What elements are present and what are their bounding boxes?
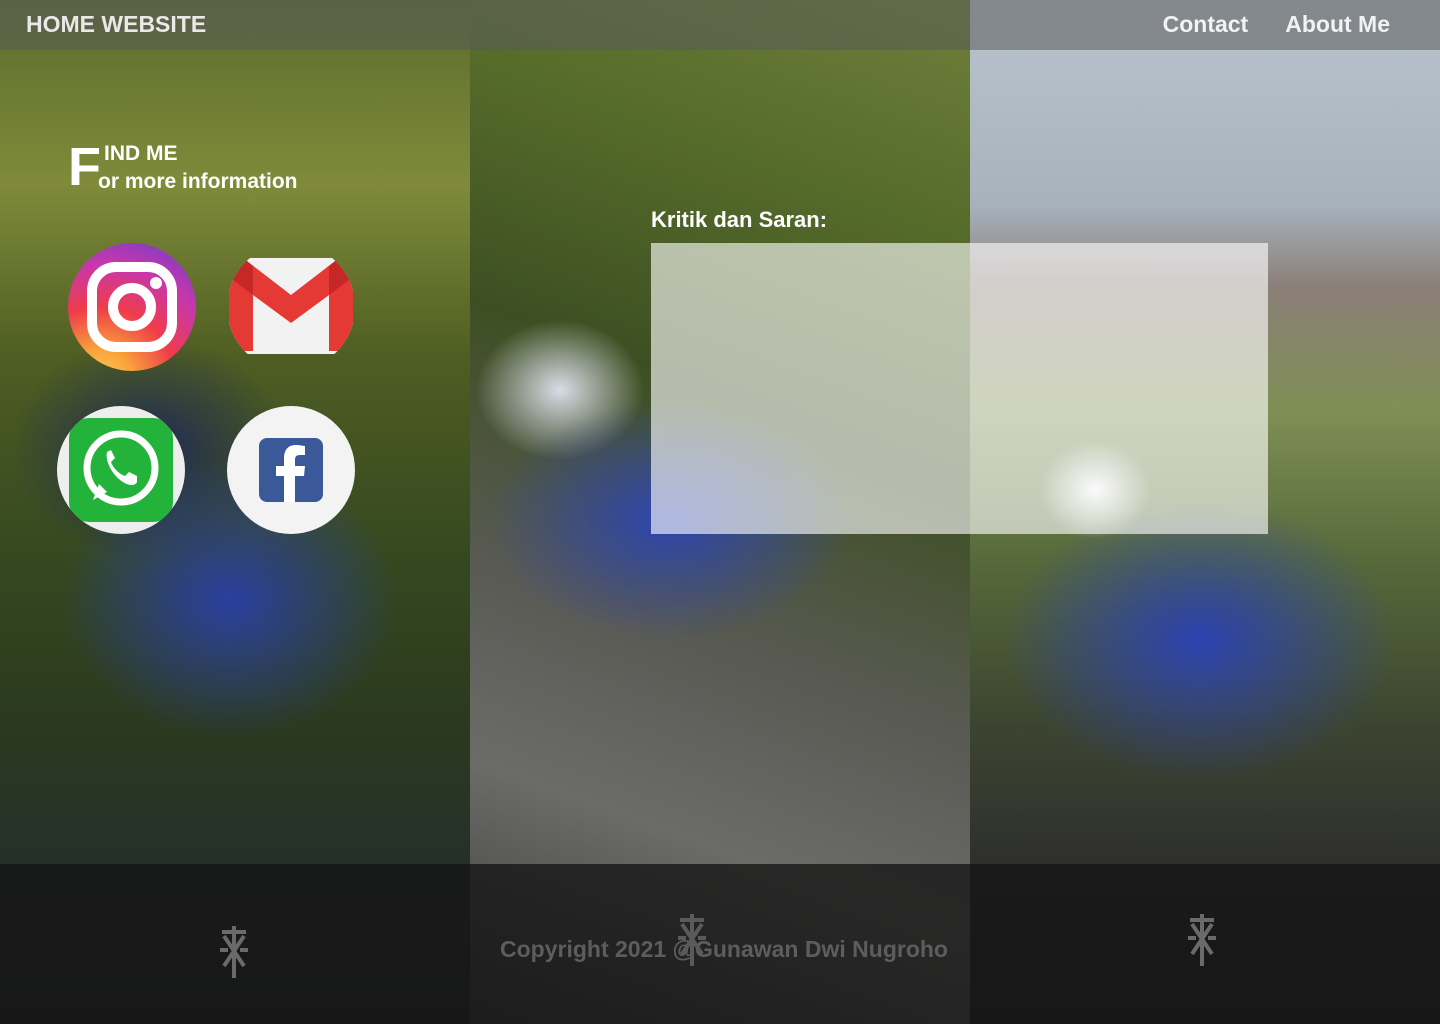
copyright-text: Copyright 2021 @Gunawan Dwi Nugroho: [500, 936, 948, 962]
facebook-icon: [259, 438, 323, 502]
nav-links: Contact About Me: [1163, 11, 1390, 38]
whatsapp-icon: [69, 418, 173, 522]
feedback-textarea[interactable]: [651, 243, 1268, 534]
whatsapp-button[interactable]: [57, 406, 185, 534]
findme-initial: F: [68, 137, 101, 197]
gmail-button[interactable]: [227, 243, 355, 371]
footer-logo-icon: [678, 914, 706, 966]
instagram-icon: [87, 262, 177, 352]
nav-link-contact[interactable]: Contact: [1163, 11, 1249, 38]
site-title[interactable]: HOME WEBSITE: [26, 11, 206, 38]
facebook-button[interactable]: [227, 406, 355, 534]
nav-link-about-me[interactable]: About Me: [1285, 11, 1390, 38]
instagram-button[interactable]: [68, 243, 196, 371]
findme-line2: or more information: [98, 170, 298, 193]
gmail-icon: [229, 258, 353, 354]
footer-logo-icon: [220, 926, 248, 978]
footer-logo-icon: [1188, 914, 1216, 966]
findme-line1: IND ME: [104, 142, 178, 165]
feedback-label: Kritik dan Saran:: [651, 207, 828, 232]
